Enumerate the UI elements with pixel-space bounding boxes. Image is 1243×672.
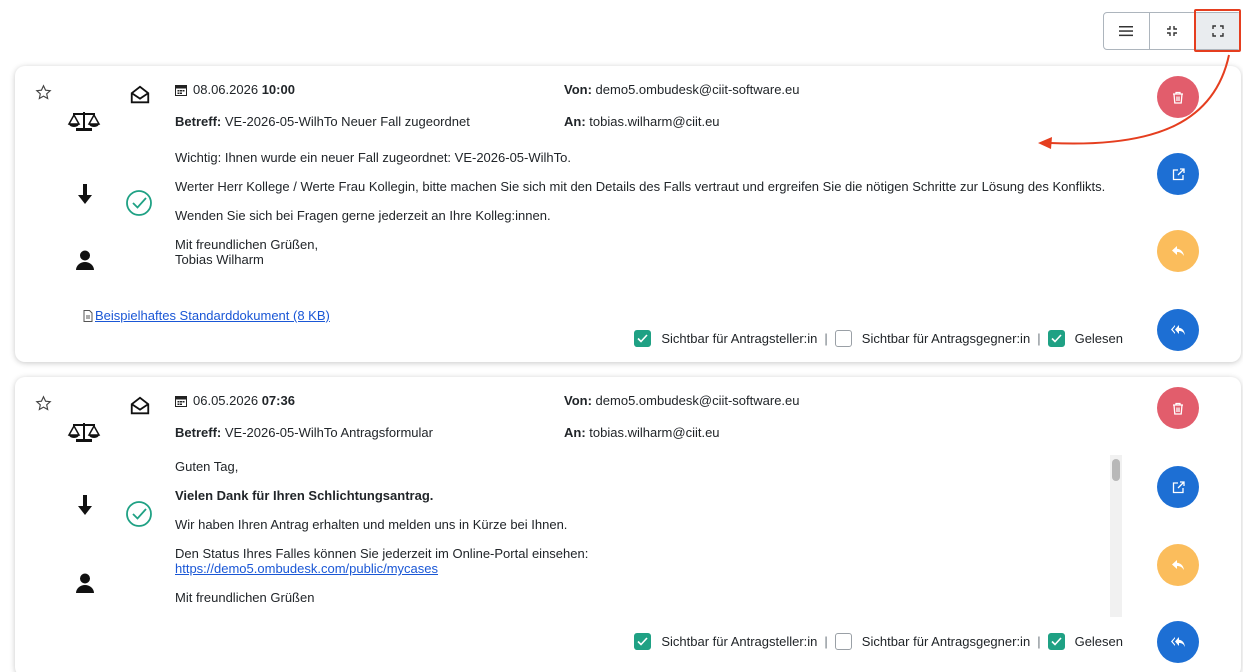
reply-all-icon [1171,325,1185,335]
check-circle-icon [126,190,152,216]
collapse-view-button[interactable] [1150,13,1196,49]
flag-separator: | [824,634,828,649]
reply-button[interactable] [1157,544,1199,586]
checkbox-checked[interactable] [634,633,652,650]
message-subject: Betreff: VE-2026-05-WilhTo Neuer Fall zu… [175,114,470,129]
scrollbar-thumb[interactable] [1112,459,1120,481]
incoming-arrow-icon [78,184,92,204]
calendar-icon [175,396,187,407]
message-from: Von: demo5.ombudesk@ciit-software.eu [564,82,800,97]
message-body-scrollbar[interactable] [1110,455,1122,617]
star-icon[interactable] [35,395,52,412]
scale-icon [67,423,101,442]
read-checkbox[interactable]: Gelesen [1047,330,1123,347]
trash-icon [1173,402,1183,415]
external-link-icon [1172,167,1185,180]
person-icon [76,250,94,270]
external-link-icon [1172,480,1185,493]
flag-separator: | [824,331,828,346]
message-from: Von: demo5.ombudesk@ciit-software.eu [564,393,800,408]
calendar-icon [175,85,187,96]
list-view-icon [1119,26,1134,37]
reply-icon [1172,560,1184,570]
trash-icon [1173,91,1183,104]
checkmark-icon [637,334,648,343]
checkmark-icon [1051,637,1062,646]
message-subject: Betreff: VE-2026-05-WilhTo Antragsformul… [175,425,433,440]
open-external-button[interactable] [1157,466,1199,508]
flag-separator: | [1037,331,1041,346]
checkbox-checked[interactable] [634,330,652,347]
delete-button[interactable] [1157,76,1199,118]
checkbox-unchecked[interactable] [834,330,852,347]
visible-respondent-checkbox[interactable]: Sichtbar für Antragsgegner:in [834,330,1030,347]
portal-link[interactable]: https://demo5.ombudesk.com/public/mycase… [175,561,438,576]
message-card: 06.05.2026 07:36 Von: demo5.ombudesk@cii… [15,377,1241,672]
expand-view-button[interactable] [1195,13,1241,49]
reply-icon [1172,246,1184,256]
visible-respondent-checkbox[interactable]: Sichtbar für Antragsgegner:in [834,633,1030,650]
open-external-button[interactable] [1157,153,1199,195]
message-to: An: tobias.wilharm@ciit.eu [564,425,720,440]
message-flags: Sichtbar für Antragsteller:in | Sichtbar… [634,633,1123,650]
person-icon [76,573,94,593]
message-date: 08.06.2026 10:00 [175,82,295,97]
message-flags: Sichtbar für Antragsteller:in | Sichtbar… [634,330,1123,347]
document-icon [83,310,93,322]
flag-separator: | [1037,634,1041,649]
read-checkbox[interactable]: Gelesen [1047,633,1123,650]
checkbox-checked[interactable] [1047,330,1065,347]
checkbox-checked[interactable] [1047,633,1065,650]
view-toggle-group [1103,12,1241,50]
scale-icon [67,112,101,131]
list-view-button[interactable] [1104,13,1150,49]
visible-applicant-checkbox[interactable]: Sichtbar für Antragsteller:in [634,633,817,650]
message-body[interactable]: Guten Tag, Vielen Dank für Ihren Schlich… [175,459,1125,619]
checkmark-icon [1051,334,1062,343]
check-circle-icon [126,501,152,527]
message-body: Wichtig: Ihnen wurde ein neuer Fall zuge… [175,150,1106,267]
incoming-arrow-icon [78,495,92,515]
message-to: An: tobias.wilharm@ciit.eu [564,114,720,129]
star-icon[interactable] [35,84,52,101]
checkbox-unchecked[interactable] [834,633,852,650]
attachment-link[interactable]: Beispielhaftes Standarddokument (8 KB) [83,308,330,323]
visible-applicant-checkbox[interactable]: Sichtbar für Antragsteller:in [634,330,817,347]
collapse-view-icon [1167,26,1177,36]
delete-button[interactable] [1157,387,1199,429]
reply-button[interactable] [1157,230,1199,272]
message-date: 06.05.2026 07:36 [175,393,295,408]
checkmark-icon [637,637,648,646]
envelope-open-icon [130,85,150,104]
reply-all-icon [1171,637,1185,647]
reply-all-button[interactable] [1157,621,1199,663]
envelope-open-icon [130,396,150,415]
message-card: 08.06.2026 10:00 Von: demo5.ombudesk@cii… [15,66,1241,362]
expand-view-icon [1211,25,1224,37]
reply-all-button[interactable] [1157,309,1199,351]
